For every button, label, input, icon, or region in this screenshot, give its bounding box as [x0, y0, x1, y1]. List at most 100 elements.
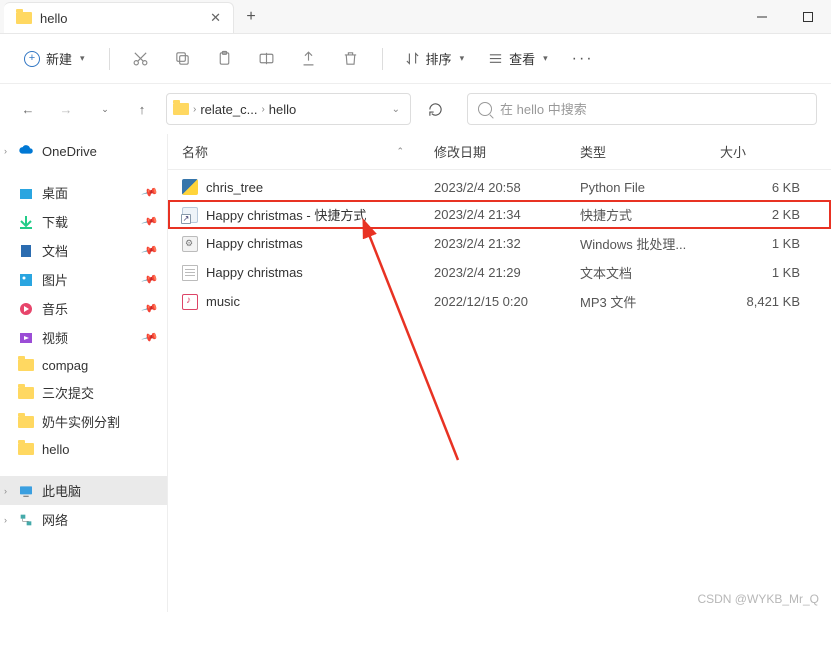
new-label: 新建: [46, 49, 72, 68]
rename-button[interactable]: [248, 42, 286, 76]
sidebar-item-quick[interactable]: compag: [0, 352, 167, 378]
delete-button[interactable]: [332, 42, 370, 76]
pin-icon: 📌: [141, 270, 159, 288]
sidebar-label: 此电脑: [42, 481, 81, 500]
sidebar-label: 桌面: [42, 183, 68, 202]
file-date: 2023/2/4 21:29: [434, 265, 580, 280]
address-bar[interactable]: › relate_c... › hello ⌄: [166, 93, 411, 125]
file-name: Happy christmas: [206, 236, 303, 251]
file-size: 6 KB: [720, 180, 800, 195]
more-button[interactable]: ···: [562, 46, 604, 72]
pin-icon: 📌: [141, 241, 159, 259]
sidebar-item-quick[interactable]: 桌面📌: [0, 178, 167, 207]
search-icon: [478, 102, 492, 116]
separator: [382, 48, 383, 70]
file-size: 8,421 KB: [720, 294, 800, 309]
sidebar-item-quick[interactable]: 奶牛实例分割: [0, 407, 167, 436]
sort-button[interactable]: 排序 ▾: [395, 43, 475, 74]
sort-asc-icon: ⌃: [396, 146, 404, 157]
item-icon: [18, 385, 34, 401]
file-icon: [182, 179, 198, 195]
toolbar: + 新建 ▾ 排序 ▾ 查看 ▾ ···: [0, 34, 831, 84]
window-tab[interactable]: hello ✕: [4, 2, 234, 33]
up-button[interactable]: ↑: [128, 95, 156, 123]
file-date: 2023/2/4 21:34: [434, 207, 580, 222]
forward-button[interactable]: →: [52, 95, 80, 123]
file-row[interactable]: music 2022/12/15 0:20 MP3 文件 8,421 KB: [168, 287, 831, 316]
address-dropdown-icon[interactable]: ⌄: [388, 104, 404, 115]
watermark: CSDN @WYKB_Mr_Q: [697, 592, 819, 606]
pin-icon: 📌: [141, 212, 159, 230]
sidebar-item-quick[interactable]: 文档 📌: [0, 236, 167, 265]
column-header-date[interactable]: 修改日期: [434, 142, 580, 161]
file-name: music: [206, 294, 240, 309]
search-box[interactable]: [467, 93, 817, 125]
pin-icon: 📌: [141, 299, 159, 317]
item-icon: [18, 330, 34, 346]
sidebar-item-this-pc[interactable]: › 此电脑: [0, 476, 167, 505]
sidebar-item-quick[interactable]: 图片 📌: [0, 265, 167, 294]
sidebar-item-quick[interactable]: 下载📌: [0, 207, 167, 236]
file-icon: [182, 294, 198, 310]
copy-button[interactable]: [164, 42, 202, 76]
new-tab-button[interactable]: +: [234, 0, 268, 33]
file-date: 2023/2/4 21:32: [434, 236, 580, 251]
file-row[interactable]: Happy christmas 2023/2/4 21:32 Windows 批…: [168, 229, 831, 258]
column-header-name[interactable]: 名称⌃: [182, 142, 434, 161]
sidebar-label: 图片: [42, 270, 68, 289]
file-size: 1 KB: [720, 236, 800, 251]
sidebar-item-network[interactable]: › 网络: [0, 505, 167, 534]
share-button[interactable]: [290, 42, 328, 76]
minimize-button[interactable]: [739, 0, 785, 33]
sidebar-label: 奶牛实例分割: [42, 412, 120, 431]
file-icon: [182, 265, 198, 281]
sidebar-item-quick[interactable]: 视频📌: [0, 323, 167, 352]
file-type: Python File: [580, 180, 720, 195]
item-icon: [18, 441, 34, 457]
chevron-down-icon: ▾: [80, 53, 85, 64]
cut-button[interactable]: [122, 42, 160, 76]
file-row[interactable]: Happy christmas - 快捷方式 2023/2/4 21:34 快捷…: [168, 200, 831, 229]
file-icon: [182, 207, 198, 223]
paste-button[interactable]: [206, 42, 244, 76]
view-button[interactable]: 查看 ▾: [478, 43, 558, 74]
sidebar-item-quick[interactable]: hello: [0, 436, 167, 462]
item-icon: [18, 214, 34, 230]
sidebar-label: hello: [42, 442, 69, 457]
chevron-right-icon: ›: [193, 104, 196, 115]
close-tab-icon[interactable]: ✕: [210, 10, 221, 26]
back-button[interactable]: ←: [14, 95, 42, 123]
network-icon: [18, 512, 34, 528]
sidebar-label: 视频: [42, 328, 68, 347]
file-date: 2022/12/15 0:20: [434, 294, 580, 309]
file-name: Happy christmas - 快捷方式: [206, 205, 366, 224]
pc-icon: [18, 483, 34, 499]
file-icon: [182, 236, 198, 252]
sidebar-label: 文档: [42, 241, 68, 260]
sidebar-label: compag: [42, 358, 88, 373]
sidebar-item-quick[interactable]: 三次提交: [0, 378, 167, 407]
file-row[interactable]: Happy christmas 2023/2/4 21:29 文本文档 1 KB: [168, 258, 831, 287]
item-icon: [18, 185, 34, 201]
file-row[interactable]: chris_tree 2023/2/4 20:58 Python File 6 …: [168, 174, 831, 200]
chevron-right-icon: ›: [4, 515, 7, 525]
item-icon: [18, 414, 34, 430]
column-header-size[interactable]: 大小: [720, 142, 800, 161]
column-header-type[interactable]: 类型: [580, 142, 720, 161]
main-area: › OneDrive 桌面📌 下载📌 文档📌 图片📌 音乐📌 视频📌 compa…: [0, 134, 831, 612]
breadcrumb-segment[interactable]: relate_c...: [200, 102, 257, 117]
search-input[interactable]: [500, 102, 806, 117]
file-date: 2023/2/4 20:58: [434, 180, 580, 195]
file-pane: 名称⌃ 修改日期 类型 大小 chris_tree 2023/2/4 20:58…: [168, 134, 831, 612]
recent-locations-button[interactable]: ⌄: [90, 95, 118, 123]
maximize-button[interactable]: [785, 0, 831, 33]
folder-icon: [16, 12, 32, 24]
item-icon: [18, 243, 34, 259]
refresh-button[interactable]: [421, 95, 449, 123]
sidebar-item-onedrive[interactable]: › OneDrive: [0, 138, 167, 164]
breadcrumb-segment[interactable]: hello: [269, 102, 296, 117]
file-type: 快捷方式: [580, 205, 720, 224]
separator: [109, 48, 110, 70]
sidebar-item-quick[interactable]: 音乐📌: [0, 294, 167, 323]
new-button[interactable]: + 新建 ▾: [12, 43, 97, 74]
